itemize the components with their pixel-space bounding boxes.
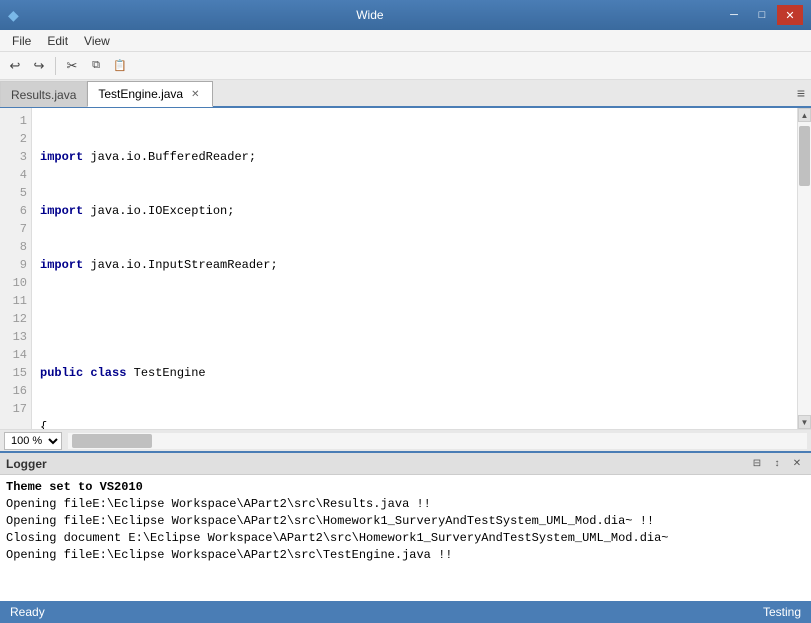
log-line: Opening fileE:\Eclipse Workspace\APart2\… — [6, 513, 805, 530]
logger-title: Logger — [6, 457, 47, 471]
code-editor: 12345 678910 1112131415 1617 import java… — [0, 108, 811, 429]
menu-view[interactable]: View — [76, 32, 118, 50]
logger-panel: Logger ⊟ ↕ ✕ Theme set to VS2010 Opening… — [0, 451, 811, 601]
tabs-scroll-button[interactable]: ≡ — [791, 85, 811, 101]
code-line — [40, 310, 789, 328]
main-layout: Results.java TestEngine.java ✕ ≡ 12345 6… — [0, 80, 811, 601]
toolbar: ↩ ↪ ✂ ⧉ 📋 — [0, 52, 811, 80]
tab-label: TestEngine.java — [98, 87, 183, 101]
logger-pin-button[interactable]: ⊟ — [749, 456, 765, 472]
menu-bar: File Edit View — [0, 30, 811, 52]
logger-header: Logger ⊟ ↕ ✕ — [0, 453, 811, 475]
tab-testengine-java[interactable]: TestEngine.java ✕ — [87, 81, 212, 107]
toolbar-copy[interactable]: ⧉ — [85, 55, 107, 77]
tabs-bar: Results.java TestEngine.java ✕ ≡ — [0, 80, 811, 108]
scroll-track[interactable] — [798, 122, 811, 415]
status-bar: Ready Testing — [0, 601, 811, 623]
code-line: import java.io.InputStreamReader; — [40, 256, 789, 274]
window-title: Wide — [19, 8, 721, 22]
zoom-select[interactable]: 100 % 75 % 125 % 150 % — [4, 432, 62, 450]
menu-edit[interactable]: Edit — [39, 32, 76, 50]
vertical-scrollbar[interactable]: ▲ ▼ — [797, 108, 811, 429]
toolbar-paste[interactable]: 📋 — [109, 55, 131, 77]
toolbar-cut[interactable]: ✂ — [61, 55, 83, 77]
tab-label: Results.java — [11, 88, 76, 102]
logger-content: Theme set to VS2010 Opening fileE:\Eclip… — [0, 475, 811, 601]
restore-button[interactable]: □ — [749, 5, 775, 25]
editor-container: Results.java TestEngine.java ✕ ≡ 12345 6… — [0, 80, 811, 451]
code-line: public class TestEngine — [40, 364, 789, 382]
zoom-bar: 100 % 75 % 125 % 150 % — [0, 429, 811, 451]
logger-float-button[interactable]: ↕ — [769, 456, 785, 472]
toolbar-separator-1 — [55, 57, 56, 75]
scroll-up-arrow[interactable]: ▲ — [798, 108, 811, 122]
code-line: import java.io.BufferedReader; — [40, 148, 789, 166]
log-line: Opening fileE:\Eclipse Workspace\APart2\… — [6, 547, 805, 564]
horizontal-scroll-track[interactable] — [68, 433, 807, 449]
scroll-down-arrow[interactable]: ▼ — [798, 415, 811, 429]
logger-close-button[interactable]: ✕ — [789, 456, 805, 472]
code-line: import java.io.IOException; — [40, 202, 789, 220]
toolbar-redo[interactable]: ↪ — [28, 55, 50, 77]
toolbar-undo[interactable]: ↩ — [4, 55, 26, 77]
code-content[interactable]: import java.io.BufferedReader; import ja… — [32, 108, 797, 429]
tab-close-button[interactable]: ✕ — [189, 88, 201, 101]
status-right: Testing — [763, 605, 801, 619]
log-line: Theme set to VS2010 — [6, 479, 805, 496]
horizontal-scroll-thumb[interactable] — [72, 434, 152, 448]
title-bar: ◆ Wide ─ □ ✕ — [0, 0, 811, 30]
log-line: Closing document E:\Eclipse Workspace\AP… — [6, 530, 805, 547]
scroll-thumb[interactable] — [799, 126, 810, 186]
menu-file[interactable]: File — [4, 32, 39, 50]
log-line: Opening fileE:\Eclipse Workspace\APart2\… — [6, 496, 805, 513]
window-controls: ─ □ ✕ — [721, 5, 803, 25]
minimize-button[interactable]: ─ — [721, 5, 747, 25]
tab-results-java[interactable]: Results.java — [0, 81, 87, 107]
code-line: { — [40, 418, 789, 429]
line-numbers: 12345 678910 1112131415 1617 — [0, 108, 32, 429]
app-icon: ◆ — [8, 7, 19, 24]
close-button[interactable]: ✕ — [777, 5, 803, 25]
status-left: Ready — [10, 605, 45, 619]
logger-controls: ⊟ ↕ ✕ — [749, 456, 805, 472]
